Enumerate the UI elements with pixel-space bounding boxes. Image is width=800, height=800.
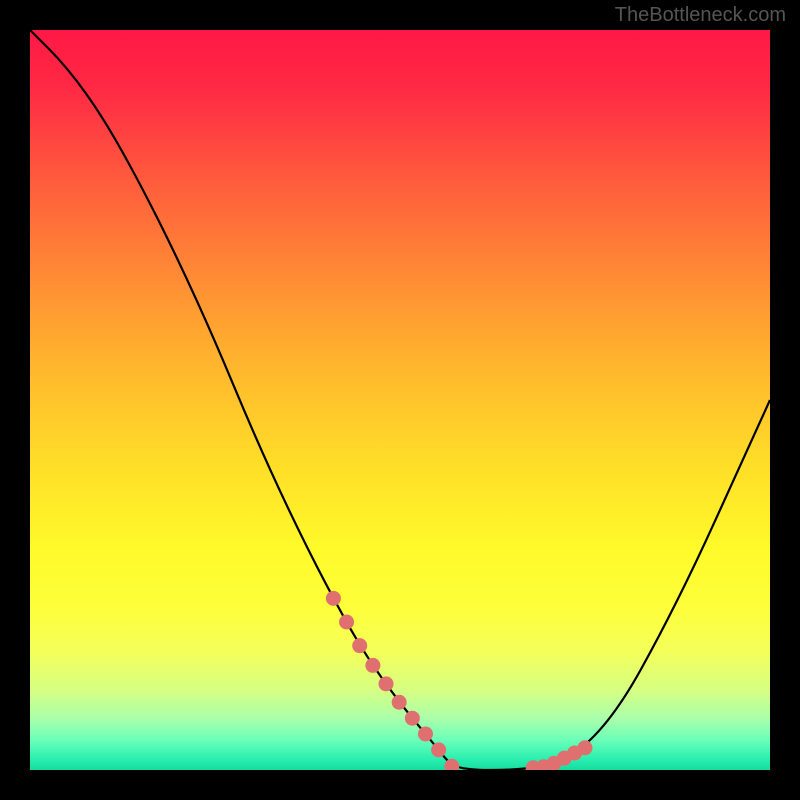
curve-marker (352, 638, 367, 653)
watermark-text: TheBottleneck.com (615, 4, 786, 27)
curve-marker (339, 615, 354, 630)
curve-marker (418, 726, 433, 741)
curve-marker (392, 695, 407, 710)
curve-marker (431, 742, 446, 757)
curve-marker (326, 591, 341, 606)
curve-markers-group (326, 591, 593, 770)
curve-line-group (30, 30, 770, 770)
curve-marker (405, 711, 420, 726)
chart-svg (30, 30, 770, 770)
bottleneck-curve (30, 30, 770, 770)
curve-marker (578, 740, 593, 755)
chart-container (30, 30, 770, 770)
curve-marker (379, 676, 394, 691)
curve-marker (365, 658, 380, 673)
